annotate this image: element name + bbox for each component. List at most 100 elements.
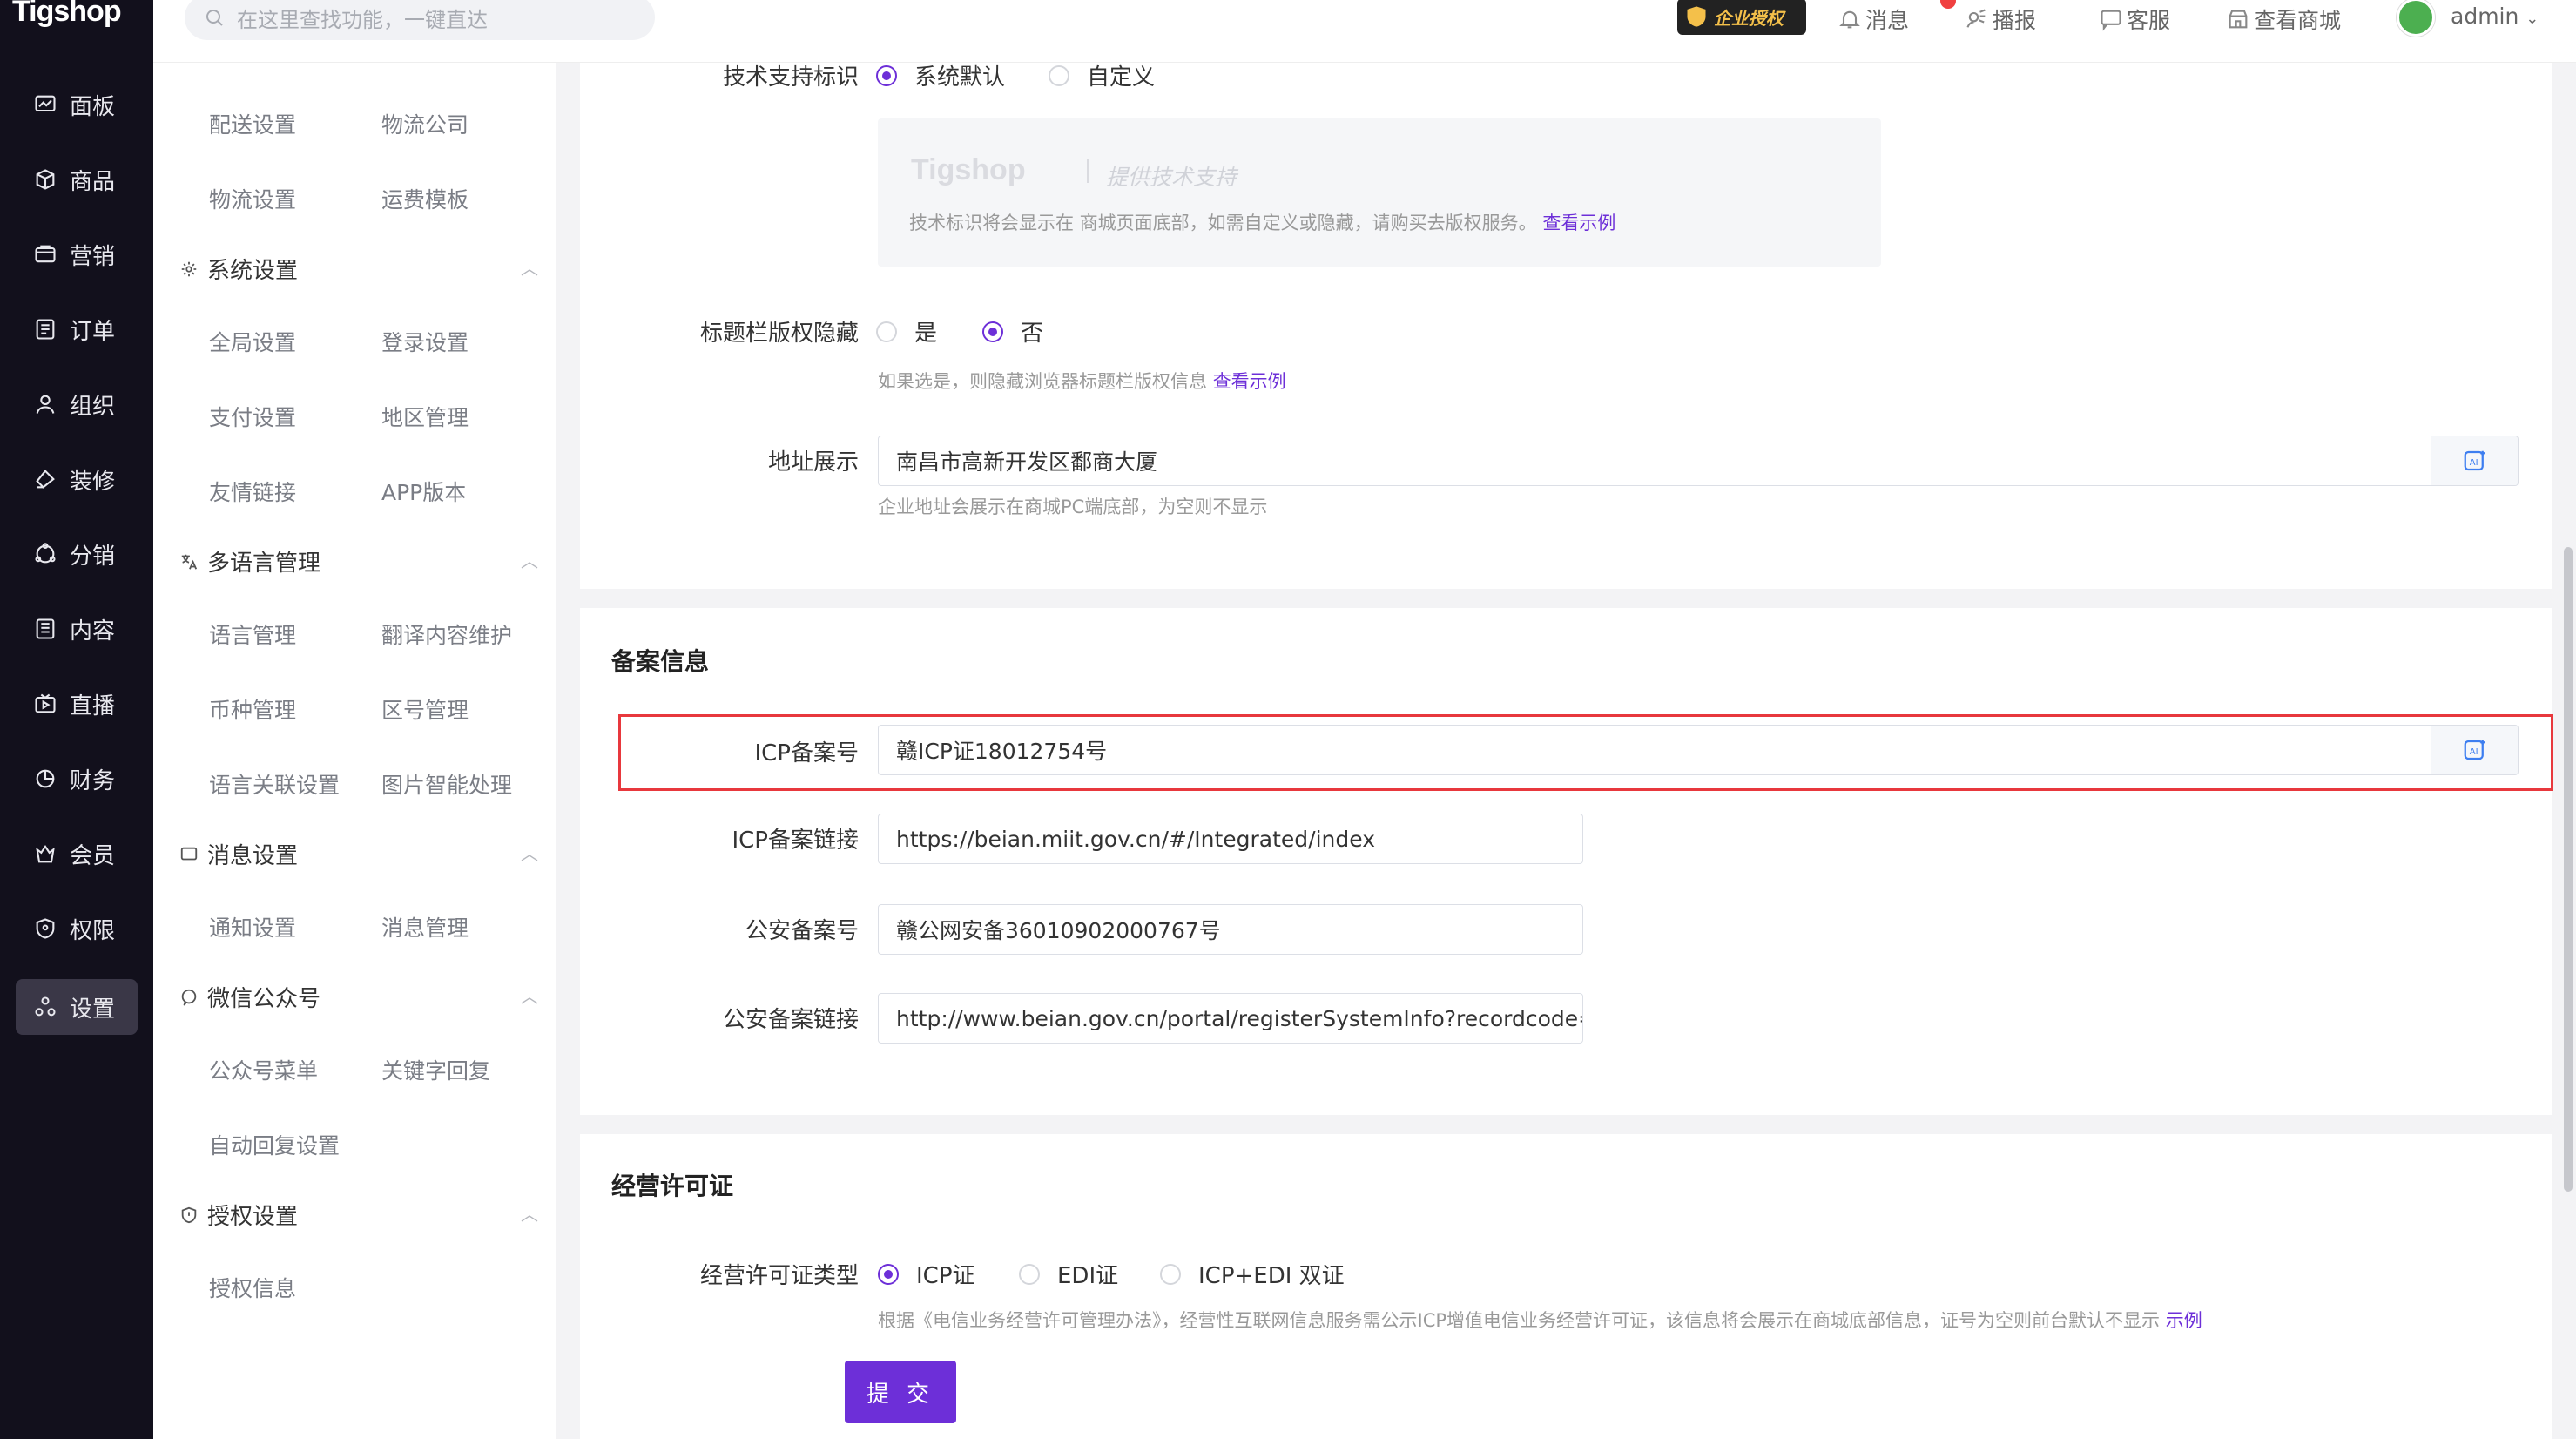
top-header: 在这里查找功能，一键直达 企业授权 消息 播报 客服 查看商城 admin ⌄ — [153, 0, 2576, 63]
shield-icon — [179, 1205, 200, 1226]
radio-tech-custom[interactable]: 自定义 — [1049, 59, 1155, 91]
address-value: 南昌市高新开发区鄱商大厦 — [896, 449, 1158, 475]
radio-edi[interactable]: EDI证 — [1019, 1258, 1118, 1290]
subnav-item[interactable]: 语言管理 — [209, 618, 296, 650]
submit-button[interactable]: 提 交 — [845, 1361, 956, 1423]
nav-item-finance[interactable]: 财务 — [16, 751, 138, 807]
subnav-item[interactable]: 区号管理 — [381, 693, 469, 725]
scrollbar[interactable] — [2564, 547, 2573, 1192]
radio-label: ICP+EDI 双证 — [1198, 1263, 1345, 1289]
subnav-item[interactable]: 物流公司 — [381, 108, 469, 139]
subnav-item[interactable]: 支付设置 — [209, 401, 296, 432]
nav-item-decoration[interactable]: 装修 — [16, 451, 138, 507]
preview-example-link[interactable]: 查看示例 — [1542, 213, 1615, 233]
nav-label: 会员 — [70, 842, 116, 869]
address-label: 地址展示 — [767, 449, 859, 476]
ai-translate-button[interactable]: AI — [2431, 436, 2518, 485]
brand-logo[interactable]: Tigshop — [12, 0, 122, 29]
nav-item-permission[interactable]: 权限 — [16, 901, 138, 956]
nav-item-content[interactable]: 内容 — [16, 601, 138, 657]
subnav-item[interactable]: 友情链接 — [209, 476, 296, 507]
subnav-group-label: 系统设置 — [207, 258, 299, 284]
nav-label: 权限 — [70, 917, 116, 944]
preview-text: 技术标识将会显示在 商城页面底部，如需自定义或隐藏，请购买去版权服务。 查看示例 — [909, 209, 1615, 235]
settings-icon — [33, 995, 57, 1019]
nav-item-dashboard[interactable]: 面板 — [16, 77, 138, 132]
nav-item-organization[interactable]: 组织 — [16, 376, 138, 432]
chevron-up-icon[interactable]: ︿ — [521, 840, 538, 865]
global-search[interactable]: 在这里查找功能，一键直达 — [185, 0, 655, 40]
subnav-item[interactable]: 图片智能处理 — [381, 768, 512, 800]
radio-dot — [982, 321, 1003, 342]
title-hide-example-link[interactable]: 查看示例 — [1213, 371, 1286, 392]
auth-badge-label: 企业授权 — [1714, 7, 1784, 29]
chevron-up-icon[interactable]: ︿ — [521, 254, 538, 280]
license-example-link[interactable]: 示例 — [2166, 1310, 2202, 1331]
broadcast-icon — [1966, 9, 1986, 28]
subnav-item[interactable]: 配送设置 — [209, 108, 296, 139]
subnav-item[interactable]: 登录设置 — [381, 326, 469, 357]
hint-text: 如果选是，则隐藏浏览器标题栏版权信息 — [878, 371, 1207, 392]
store-icon — [2229, 10, 2248, 29]
ai-icon: AI — [2464, 450, 2485, 471]
radio-label: 自定义 — [1087, 64, 1156, 91]
subnav-group-message[interactable]: 消息设置 — [179, 838, 298, 870]
police-link-input[interactable]: http://www.beian.gov.cn/portal/registerS… — [878, 993, 1583, 1044]
license-hint: 根据《电信业务经营许可管理办法》，经营性互联网信息服务需公示ICP增值电信业务经… — [878, 1307, 2202, 1333]
license-type-label: 经营许可证类型 — [699, 1263, 859, 1289]
header-broadcast-label: 播报 — [1993, 8, 2037, 33]
police-input[interactable]: 赣公网安备36010902000767号 — [878, 904, 1583, 955]
chevron-up-icon[interactable]: ︿ — [521, 1200, 538, 1226]
subnav-item[interactable]: 翻译内容维护 — [381, 618, 512, 650]
header-broadcast[interactable]: 播报 — [1965, 3, 2036, 35]
subnav-group-wechat[interactable]: 微信公众号 — [179, 981, 320, 1013]
radio-icp-edi[interactable]: ICP+EDI 双证 — [1160, 1258, 1345, 1290]
chevron-up-icon[interactable]: ︿ — [521, 983, 538, 1008]
radio-icp[interactable]: ICP证 — [878, 1258, 975, 1290]
nav-item-marketing[interactable]: 营销 — [16, 226, 138, 282]
radio-tech-default[interactable]: 系统默认 — [876, 59, 1005, 91]
subnav-item[interactable]: 地区管理 — [381, 401, 469, 432]
organization-icon — [33, 392, 57, 416]
subnav-group-system[interactable]: 系统设置 — [179, 253, 298, 285]
nav-item-goods[interactable]: 商品 — [16, 152, 138, 207]
radio-title-hide-yes[interactable]: 是 — [876, 315, 937, 348]
nav-item-settings[interactable]: 设置 — [16, 979, 138, 1035]
nav-item-orders[interactable]: 订单 — [16, 301, 138, 357]
subnav-item[interactable]: 全局设置 — [209, 326, 296, 357]
subnav-item[interactable]: 运费模板 — [381, 183, 469, 214]
subnav-item[interactable]: 关键字回复 — [381, 1054, 490, 1085]
user-menu[interactable]: admin ⌄ — [2451, 3, 2539, 29]
title-hide-label: 标题栏版权隐藏 — [699, 321, 859, 347]
radio-title-hide-no[interactable]: 否 — [982, 315, 1043, 348]
subnav-item[interactable]: 物流设置 — [209, 183, 296, 214]
address-input[interactable]: 南昌市高新开发区鄱商大厦 AI — [878, 436, 2519, 486]
subnav-group-language[interactable]: 多语言管理 — [179, 545, 320, 578]
subnav-item[interactable]: APP版本 — [381, 476, 466, 507]
nav-item-member[interactable]: 会员 — [16, 826, 138, 882]
header-view-store[interactable]: 查看商城 — [2226, 3, 2341, 35]
subnav-group-license[interactable]: 授权设置 — [179, 1199, 298, 1231]
header-messages[interactable]: 消息 — [1838, 3, 1909, 35]
nav-label: 直播 — [70, 692, 116, 720]
subnav-item[interactable]: 消息管理 — [381, 911, 469, 942]
search-icon — [206, 10, 223, 26]
icp-link-input[interactable]: https://beian.miit.gov.cn/#/Integrated/i… — [878, 814, 1583, 864]
subnav-item[interactable]: 公众号菜单 — [209, 1054, 318, 1085]
subnav-item[interactable]: 币种管理 — [209, 693, 296, 725]
radio-dot — [876, 64, 897, 86]
subnav-item[interactable]: 通知设置 — [209, 911, 296, 942]
nav-label: 组织 — [70, 393, 116, 420]
subnav-item[interactable]: 语言关联设置 — [209, 768, 340, 800]
chevron-up-icon[interactable]: ︿ — [521, 547, 538, 572]
nav-item-live[interactable]: 直播 — [16, 676, 138, 732]
subnav-item[interactable]: 自动回复设置 — [209, 1129, 340, 1160]
subnav-group-label: 消息设置 — [207, 843, 299, 869]
header-service[interactable]: 客服 — [2099, 3, 2170, 35]
avatar[interactable] — [2397, 0, 2435, 37]
nav-item-distribution[interactable]: 分销 — [16, 526, 138, 582]
translate-icon — [179, 551, 200, 572]
nav-label: 营销 — [70, 243, 116, 270]
enterprise-auth-badge[interactable]: 企业授权 — [1677, 0, 1806, 35]
subnav-item[interactable]: 授权信息 — [209, 1272, 296, 1303]
